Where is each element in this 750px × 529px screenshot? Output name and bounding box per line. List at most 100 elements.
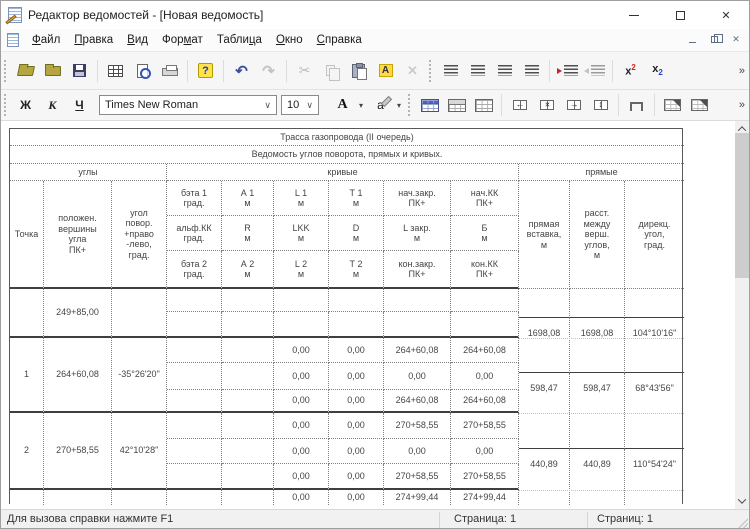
group-header-curves[interactable]: кривые: [167, 164, 519, 181]
group-header-angles[interactable]: углы: [10, 164, 167, 181]
col-header[interactable]: нач.закр. ПК+: [384, 181, 451, 216]
col-header[interactable]: А 2 м: [222, 251, 274, 289]
underline-button[interactable]: Ч: [66, 92, 93, 118]
split-cells-button[interactable]: [533, 92, 560, 118]
toolbar-grip[interactable]: [4, 94, 7, 116]
cell-straight-insert[interactable]: 440,89: [519, 449, 570, 505]
cell[interactable]: 0,00: [329, 439, 384, 464]
cell-angle[interactable]: -35°26'20": [112, 338, 167, 413]
menu-file[interactable]: Файл: [25, 31, 67, 49]
cell-vertex[interactable]: 249+85,00: [44, 289, 112, 338]
merge-cells-button[interactable]: [506, 92, 533, 118]
menu-format[interactable]: Формат: [155, 31, 210, 49]
cell[interactable]: 0,00: [329, 390, 384, 413]
cell[interactable]: 264+60,08: [451, 390, 519, 413]
open-button[interactable]: [12, 58, 39, 84]
cell[interactable]: [167, 490, 222, 505]
cell[interactable]: [167, 413, 222, 439]
cell[interactable]: 270+58,55: [451, 413, 519, 439]
col-header[interactable]: Б м: [451, 216, 519, 251]
close-button[interactable]: ✕: [703, 1, 749, 29]
cell[interactable]: [222, 338, 274, 363]
print-button[interactable]: [156, 58, 183, 84]
subscript-button[interactable]: x2: [644, 58, 671, 84]
cell[interactable]: 0,00: [329, 338, 384, 363]
cell[interactable]: [329, 289, 384, 312]
cell[interactable]: [222, 413, 274, 439]
cell-bearing[interactable]: 104°10'16": [625, 318, 684, 373]
redo-button[interactable]: ↷: [255, 58, 282, 84]
toolbar-grip[interactable]: [408, 94, 411, 116]
superscript-button[interactable]: x2: [617, 58, 644, 84]
cell[interactable]: 274+99,44: [451, 490, 519, 505]
align-left-button[interactable]: [437, 58, 464, 84]
cell[interactable]: 0,00: [329, 490, 384, 505]
col-header[interactable]: кон.КК ПК+: [451, 251, 519, 289]
delete-button[interactable]: ✕: [399, 58, 426, 84]
mdi-restore-button[interactable]: [707, 33, 721, 46]
cell[interactable]: [222, 439, 274, 464]
col-header[interactable]: L закр. м: [384, 216, 451, 251]
undo-button[interactable]: ↶: [228, 58, 255, 84]
cell-vertex-distance[interactable]: 598,47: [570, 373, 625, 449]
table-title[interactable]: Трасса газопровода (II очередь): [10, 129, 684, 146]
scroll-down-button[interactable]: [735, 493, 749, 509]
cell[interactable]: 0,00: [274, 413, 329, 439]
indent-button[interactable]: [554, 58, 581, 84]
col-header[interactable]: D м: [329, 216, 384, 251]
cell[interactable]: 0,00: [329, 413, 384, 439]
cell[interactable]: [384, 312, 451, 338]
table-header-button[interactable]: [443, 92, 470, 118]
document-area[interactable]: Трасса газопровода (II очередь) Ведомост…: [1, 121, 749, 509]
col-header[interactable]: бэта 1 град.: [167, 181, 222, 216]
split-rows-button[interactable]: [587, 92, 614, 118]
col-header[interactable]: LKK м: [274, 216, 329, 251]
cell[interactable]: [274, 312, 329, 338]
cell[interactable]: [451, 289, 519, 312]
cell-vertex[interactable]: 270+58,55: [44, 413, 112, 490]
cell-straight-insert[interactable]: 598,47: [519, 373, 570, 449]
paste-button[interactable]: [345, 58, 372, 84]
cell[interactable]: 0,00: [274, 390, 329, 413]
cell-point[interactable]: 2: [10, 413, 44, 490]
bold-button[interactable]: Ж: [12, 92, 39, 118]
col-header[interactable]: нач.КК ПК+: [451, 181, 519, 216]
row-height-button[interactable]: [623, 92, 650, 118]
font-color-dropdown[interactable]: ▾: [359, 101, 363, 110]
cell[interactable]: [274, 289, 329, 312]
col-header-straight-insert[interactable]: прямая вставка, м: [519, 181, 570, 289]
col-header[interactable]: Т 1 м: [329, 181, 384, 216]
cell[interactable]: 0,00: [384, 363, 451, 390]
font-color-button[interactable]: A: [329, 92, 356, 118]
outdent-button[interactable]: [581, 58, 608, 84]
align-center-button[interactable]: [464, 58, 491, 84]
cell[interactable]: 270+58,55: [384, 464, 451, 490]
col-header-vertex[interactable]: положен. вершины угла ПК+: [44, 181, 112, 289]
col-header[interactable]: R м: [222, 216, 274, 251]
cell[interactable]: [167, 390, 222, 413]
cell[interactable]: 0,00: [274, 363, 329, 390]
cell[interactable]: 0,00: [274, 439, 329, 464]
cell[interactable]: [167, 312, 222, 338]
cell-vertex-distance[interactable]: 1698,08: [570, 318, 625, 373]
cell-vertex-distance[interactable]: 440,89: [570, 449, 625, 505]
col-header-bearing[interactable]: дирекц. угол, град.: [625, 181, 684, 289]
col-header[interactable]: альф.КК град.: [167, 216, 222, 251]
vertical-scrollbar[interactable]: [735, 121, 749, 509]
cell[interactable]: 0,00: [329, 363, 384, 390]
cell[interactable]: [167, 464, 222, 490]
cell-vertex[interactable]: 264+60,08: [44, 338, 112, 413]
cell[interactable]: 0,00: [274, 490, 329, 505]
print-preview-button[interactable]: [129, 58, 156, 84]
cell-angle[interactable]: 42°10'28": [112, 413, 167, 490]
cut-button[interactable]: ✂: [291, 58, 318, 84]
copy-button[interactable]: [318, 58, 345, 84]
col-header-point[interactable]: Точка: [10, 181, 44, 289]
cell[interactable]: 264+60,08: [384, 390, 451, 413]
resize-grip[interactable]: [736, 517, 748, 529]
toolbar-overflow-button[interactable]: »: [739, 65, 745, 77]
cell[interactable]: 274+99,44: [384, 490, 451, 505]
cell[interactable]: 264+60,08: [384, 338, 451, 363]
align-right-button[interactable]: [491, 58, 518, 84]
col-header[interactable]: L 2 м: [274, 251, 329, 289]
